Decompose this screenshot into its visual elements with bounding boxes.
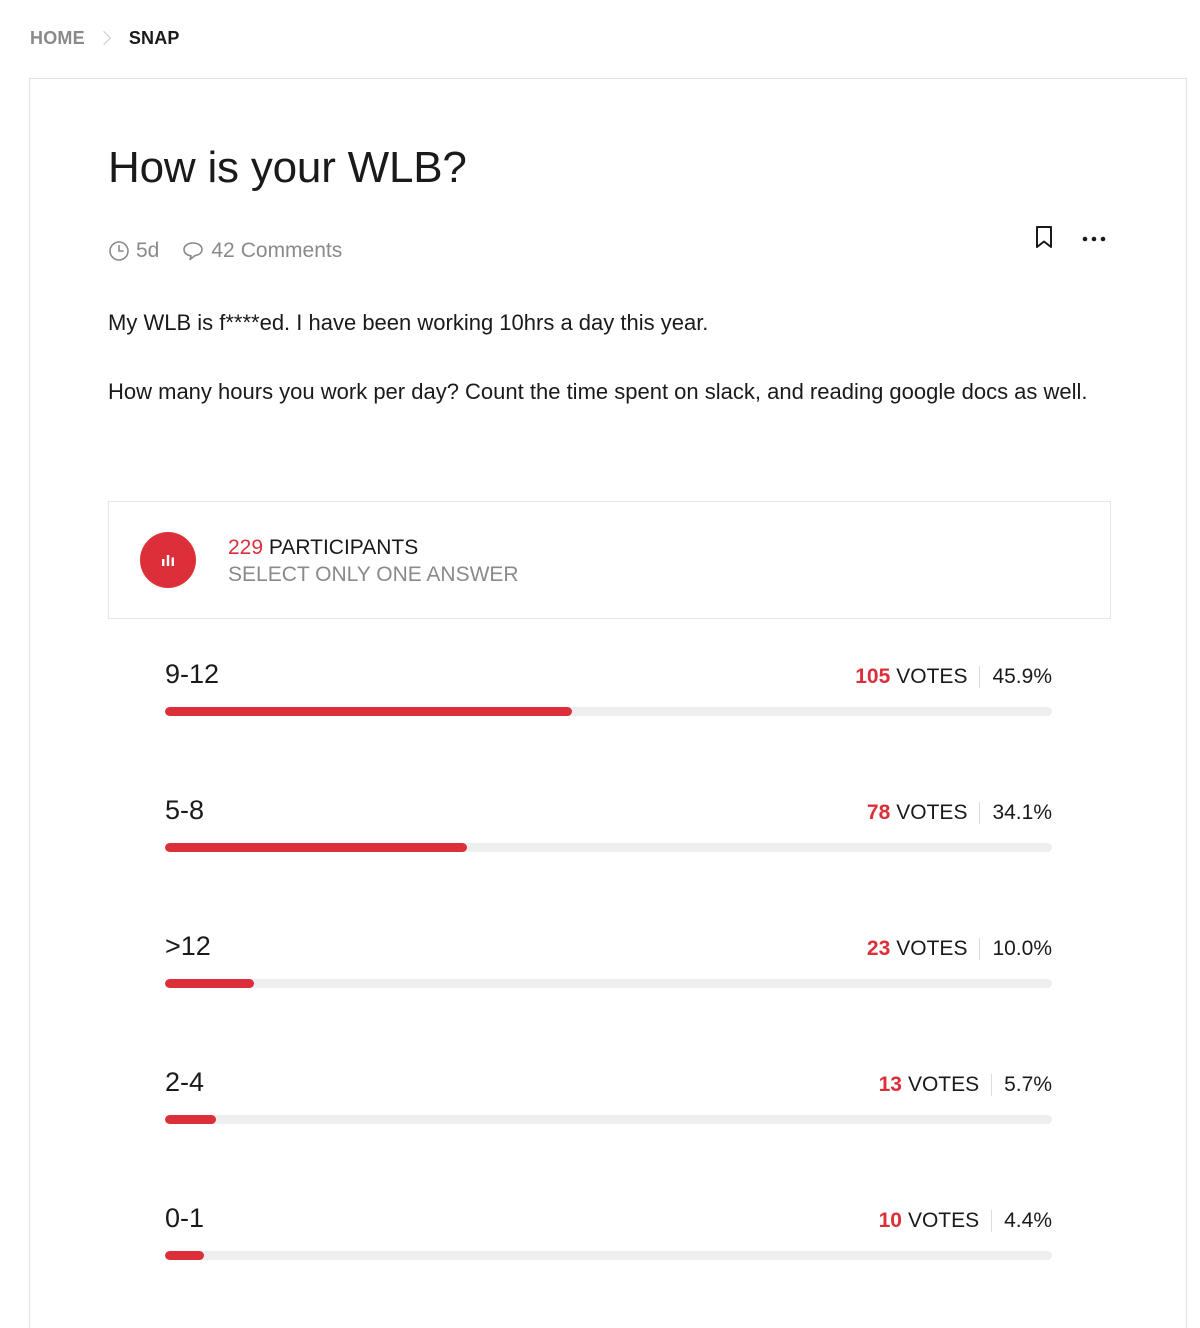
poll-option[interactable]: 2-4 13 VOTES 5.7% bbox=[165, 1067, 1052, 1203]
breadcrumb-current[interactable]: SNAP bbox=[129, 28, 180, 49]
option-label: 5-8 bbox=[165, 795, 205, 825]
vote-count: 10 bbox=[878, 1209, 902, 1232]
option-label: 2-4 bbox=[165, 1067, 205, 1097]
progress-fill bbox=[165, 1251, 205, 1260]
vote-percent: 5.7% bbox=[1004, 1073, 1052, 1096]
votes-label: VOTES bbox=[907, 1209, 980, 1232]
poll-option[interactable]: 5-8 78 VOTES 34.1% bbox=[165, 795, 1052, 931]
post-card: How is your WLB? 5d 42 Comments My WLB i… bbox=[29, 78, 1187, 1328]
bookmark-icon bbox=[1032, 224, 1056, 255]
progress-fill bbox=[165, 707, 573, 716]
option-stats: 78 VOTES 34.1% bbox=[867, 801, 1052, 825]
poll-instruction: SELECT ONLY ONE ANSWER bbox=[228, 563, 519, 586]
option-stats: 105 VOTES 45.9% bbox=[855, 665, 1052, 689]
poll-chart-icon bbox=[140, 532, 196, 588]
poll-option[interactable]: 9-12 105 VOTES 45.9% bbox=[165, 659, 1052, 795]
votes-label: VOTES bbox=[896, 937, 968, 960]
comment-count: 42 bbox=[211, 239, 235, 262]
stats-divider bbox=[979, 938, 981, 960]
post-paragraph: How many hours you work per day? Count t… bbox=[108, 379, 1088, 404]
poll-options: 9-12 105 VOTES 45.9% 5-8 78 VOTES 34.1% bbox=[165, 659, 1052, 1328]
option-stats: 23 VOTES 10.0% bbox=[867, 937, 1052, 961]
progress-track bbox=[165, 1251, 1052, 1260]
option-label: 0-1 bbox=[165, 1203, 205, 1233]
progress-fill bbox=[165, 979, 254, 988]
stats-divider bbox=[979, 802, 981, 824]
poll-header: 229 PARTICIPANTS SELECT ONLY ONE ANSWER bbox=[108, 501, 1111, 619]
progress-fill bbox=[165, 1115, 216, 1124]
more-icon bbox=[1081, 230, 1107, 248]
chevron-right-icon bbox=[96, 30, 111, 46]
comments-label: Comments bbox=[240, 239, 343, 262]
votes-label: VOTES bbox=[896, 801, 968, 824]
post-title: How is your WLB? bbox=[108, 143, 467, 192]
progress-track bbox=[165, 1115, 1052, 1124]
clock-icon bbox=[108, 240, 130, 262]
vote-count: 105 bbox=[855, 665, 891, 688]
post-actions bbox=[1030, 225, 1108, 253]
option-stats: 13 VOTES 5.7% bbox=[879, 1073, 1052, 1097]
stats-divider bbox=[979, 666, 981, 688]
breadcrumb: HOME SNAP bbox=[30, 26, 180, 50]
progress-track bbox=[165, 707, 1052, 716]
stats-divider bbox=[991, 1210, 993, 1232]
breadcrumb-home-link[interactable]: HOME bbox=[30, 28, 85, 49]
vote-count: 78 bbox=[866, 801, 891, 824]
votes-label: VOTES bbox=[896, 665, 968, 688]
post-paragraph: My WLB is f****ed. I have been working 1… bbox=[108, 310, 709, 335]
post-body: My WLB is f****ed. I have been working 1… bbox=[108, 305, 1118, 409]
vote-count: 23 bbox=[866, 937, 891, 960]
post-time: 5d bbox=[136, 239, 160, 262]
stats-divider bbox=[991, 1074, 993, 1096]
vote-percent: 10.0% bbox=[992, 937, 1052, 960]
more-options-button[interactable] bbox=[1080, 225, 1108, 253]
vote-count: 13 bbox=[878, 1073, 902, 1096]
poll-info: 229 PARTICIPANTS SELECT ONLY ONE ANSWER bbox=[228, 534, 519, 588]
comments-link[interactable]: 42 Comments bbox=[181, 239, 342, 263]
participant-count: 229 bbox=[228, 536, 264, 559]
votes-label: VOTES bbox=[907, 1073, 980, 1096]
option-label: 9-12 bbox=[165, 659, 220, 689]
progress-track bbox=[165, 979, 1052, 988]
post-meta: 5d 42 Comments bbox=[108, 239, 342, 263]
progress-fill bbox=[165, 843, 468, 852]
participants-label: PARTICIPANTS bbox=[268, 536, 419, 559]
progress-track bbox=[165, 843, 1052, 852]
vote-percent: 4.4% bbox=[1004, 1209, 1052, 1232]
option-label: >12 bbox=[165, 931, 211, 961]
vote-percent: 34.1% bbox=[992, 801, 1052, 824]
vote-percent: 45.9% bbox=[992, 665, 1052, 688]
comment-icon bbox=[181, 240, 205, 262]
bookmark-button[interactable] bbox=[1030, 225, 1058, 253]
option-stats: 10 VOTES 4.4% bbox=[879, 1209, 1052, 1233]
poll-option[interactable]: >12 23 VOTES 10.0% bbox=[165, 931, 1052, 1067]
poll-option[interactable]: 0-1 10 VOTES 4.4% bbox=[165, 1203, 1052, 1328]
